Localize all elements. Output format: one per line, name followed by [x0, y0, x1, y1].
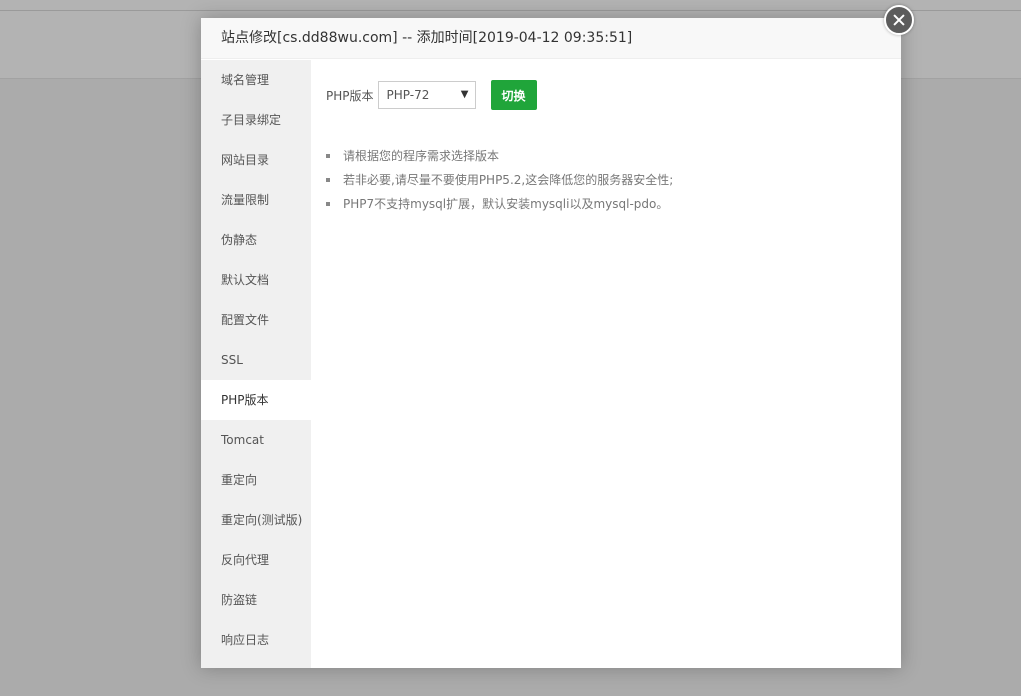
- list-item: PHP7不支持mysql扩展，默认安装mysqli以及mysql-pdo。: [326, 192, 673, 216]
- sidebar-item-ssl[interactable]: SSL: [201, 340, 311, 380]
- sidebar-item-domain[interactable]: 域名管理: [201, 60, 311, 100]
- php-version-selected-value: PHP-72: [386, 88, 430, 102]
- site-edit-dialog: 站点修改[cs.dd88wu.com] -- 添加时间[2019-04-12 0…: [201, 18, 901, 668]
- php-version-panel: PHP版本 PHP-72 ▼ 切换 请根据您的程序需求选择版本 若非必要,请尽量…: [311, 60, 901, 668]
- dialog-title: 站点修改[cs.dd88wu.com] -- 添加时间[2019-04-12 0…: [201, 18, 901, 59]
- list-item: 请根据您的程序需求选择版本: [326, 144, 673, 168]
- sidebar-item-site-directory[interactable]: 网站目录: [201, 140, 311, 180]
- sidebar-item-response-log[interactable]: 响应日志: [201, 620, 311, 660]
- sidebar-menu: 域名管理 子目录绑定 网站目录 流量限制 伪静态 默认文档 配置文件 SSL P…: [201, 60, 311, 668]
- sidebar-item-php-version[interactable]: PHP版本: [201, 380, 311, 420]
- sidebar-item-redirect-beta[interactable]: 重定向(测试版): [201, 500, 311, 540]
- list-item: 若非必要,请尽量不要使用PHP5.2,这会降低您的服务器安全性;: [326, 168, 673, 192]
- sidebar-item-config-file[interactable]: 配置文件: [201, 300, 311, 340]
- php-version-row: PHP版本 PHP-72 ▼ 切换: [326, 80, 537, 110]
- sidebar-item-reverse-proxy[interactable]: 反向代理: [201, 540, 311, 580]
- sidebar-item-subdirectory[interactable]: 子目录绑定: [201, 100, 311, 140]
- close-icon[interactable]: [884, 5, 914, 35]
- switch-button[interactable]: 切换: [490, 80, 537, 110]
- background-top-bar: [0, 0, 1021, 11]
- sidebar-item-traffic-limit[interactable]: 流量限制: [201, 180, 311, 220]
- tips-list: 请根据您的程序需求选择版本 若非必要,请尽量不要使用PHP5.2,这会降低您的服…: [326, 144, 673, 216]
- sidebar-item-hotlink-protection[interactable]: 防盗链: [201, 580, 311, 620]
- sidebar-item-tomcat[interactable]: Tomcat: [201, 420, 311, 460]
- sidebar-item-redirect[interactable]: 重定向: [201, 460, 311, 500]
- sidebar-item-rewrite[interactable]: 伪静态: [201, 220, 311, 260]
- sidebar-item-default-document[interactable]: 默认文档: [201, 260, 311, 300]
- chevron-down-icon: ▼: [460, 89, 469, 100]
- php-version-label: PHP版本: [326, 88, 374, 103]
- php-version-select[interactable]: PHP-72 ▼: [377, 81, 476, 109]
